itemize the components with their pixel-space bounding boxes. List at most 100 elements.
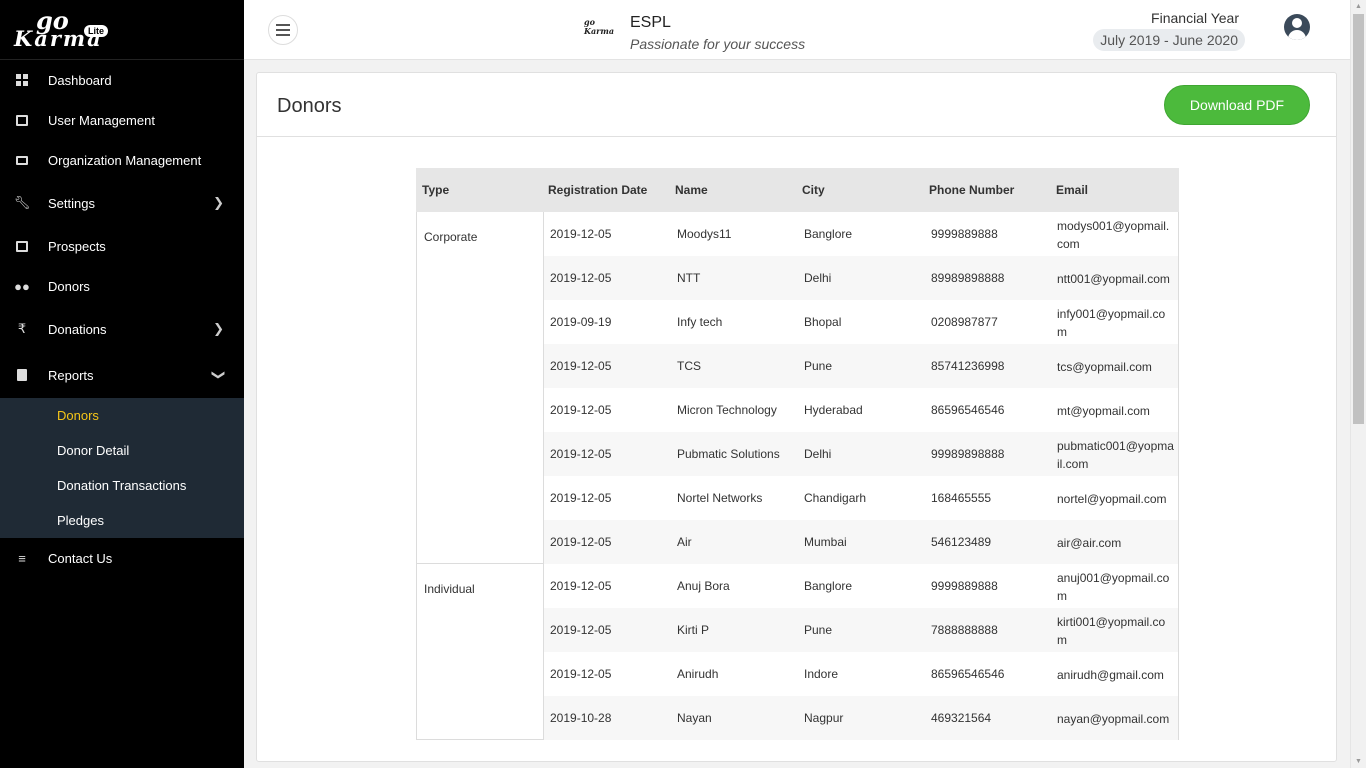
table-row[interactable]: 2019-12-05 Anirudh Indore 86596546546 anirud… <box>544 652 1178 696</box>
gokarma-logo[interactable]: go Karma Lite <box>0 0 244 60</box>
page-scrollbar[interactable]: ▲ ▼ <box>1350 0 1366 768</box>
chevron-right-icon: ❯ <box>213 195 224 210</box>
logo-lite-badge: Lite <box>84 25 109 37</box>
table-group: Individual 2019-12-05 Anuj Bora Banglore 999… <box>416 564 1179 740</box>
wrench-icon: 🔧︎ <box>13 195 31 210</box>
cell-city: Bhopal <box>804 315 842 329</box>
column-header-name[interactable]: Name <box>675 183 708 197</box>
sidebar-item-organization-management[interactable]: Organization Management <box>0 140 244 180</box>
sidebar-item-prospects[interactable]: Prospects <box>0 226 244 266</box>
table-group: Corporate 2019-12-05 Moodys11 Banglore 99998… <box>416 212 1179 564</box>
sidebar-item-reports[interactable]: Reports ❯ <box>0 355 244 395</box>
submenu-item-donors[interactable]: Donors <box>57 408 99 423</box>
table-row[interactable]: 2019-10-28 Nayan Nagpur 469321564 nayan@yopm… <box>544 696 1178 740</box>
table-row[interactable]: 2019-12-05 TCS Pune 85741236998 tcs@yopmail.… <box>544 344 1178 388</box>
table-row[interactable]: 2019-09-19 Infy tech Bhopal 0208987877 infy0… <box>544 300 1178 344</box>
table-body: Corporate 2019-12-05 Moodys11 Banglore 99998… <box>416 212 1179 740</box>
cell-registration-date: 2019-12-05 <box>550 227 612 241</box>
cell-phone: 86596546546 <box>931 403 1005 417</box>
cell-email: pubmatic001@yopmail.com <box>1057 439 1174 471</box>
cell-city: Delhi <box>804 447 832 461</box>
sidebar-item-label: Reports <box>48 367 94 383</box>
menu-icon <box>276 24 290 26</box>
cell-phone: 7888888888 <box>931 623 998 637</box>
cell-registration-date: 2019-12-05 <box>550 623 612 637</box>
column-header-city[interactable]: City <box>802 183 825 197</box>
column-header-phone[interactable]: Phone Number <box>929 183 1014 197</box>
sidebar-item-donors[interactable]: ●● Donors <box>0 266 244 306</box>
cell-phone: 86596546546 <box>931 667 1005 681</box>
cell-email: anuj001@yopmail.com <box>1057 571 1170 603</box>
sidebar-item-user-management[interactable]: User Management <box>0 100 244 140</box>
cell-registration-date: 2019-12-05 <box>550 667 612 681</box>
cell-email: anirudh@gmail.com <box>1057 668 1164 682</box>
column-header-email[interactable]: Email <box>1056 183 1088 197</box>
cell-registration-date: 2019-12-05 <box>550 535 612 549</box>
user-card-icon <box>15 113 29 127</box>
table-row[interactable]: 2019-12-05 Micron Technology Hyderabad 8659… <box>544 388 1178 432</box>
financial-year-label: Financial Year <box>1151 10 1239 26</box>
submenu-item-pledges[interactable]: Pledges <box>57 513 104 528</box>
cell-email: modys001@yopmail.com <box>1057 219 1170 251</box>
cell-city: Pune <box>804 359 833 373</box>
prospects-icon <box>15 239 29 253</box>
column-header-type[interactable]: Type <box>422 183 449 197</box>
cell-phone: 85741236998 <box>931 359 1005 373</box>
sidebar-item-label: Donations <box>48 321 107 337</box>
sidebar-item-contact-us[interactable]: ≡ Contact Us <box>0 538 244 578</box>
cell-email: mt@yopmail.com <box>1057 404 1150 418</box>
book-icon <box>15 368 29 382</box>
reports-submenu: Donors Donor Detail Donation Transaction… <box>0 398 244 538</box>
cell-registration-date: 2019-09-19 <box>550 315 612 329</box>
top-header: go Karma ESPL Passionate for your succes… <box>244 0 1350 60</box>
scrollbar-thumb[interactable] <box>1353 14 1364 424</box>
cell-registration-date: 2019-12-05 <box>550 271 612 285</box>
cell-phone: 168465555 <box>931 491 992 505</box>
cell-name: Pubmatic Solutions <box>677 447 780 461</box>
cell-registration-date: 2019-12-05 <box>550 491 612 505</box>
column-header-registration-date[interactable]: Registration Date <box>548 183 647 197</box>
chevron-right-icon: ❯ <box>213 321 224 336</box>
people-icon: ●● <box>14 278 30 294</box>
hamburger-menu-button[interactable] <box>268 15 298 45</box>
cell-name: NTT <box>677 271 701 285</box>
cell-city: Indore <box>804 667 839 681</box>
table-row[interactable]: 2019-12-05 Kirti P Pune 7888888888 kirti001@… <box>544 608 1178 652</box>
cell-email: air@air.com <box>1057 536 1122 550</box>
scroll-up-icon[interactable]: ▲ <box>1355 3 1362 10</box>
donors-report-card: Donors Download PDF Type Registration Da… <box>256 72 1337 762</box>
user-icon <box>1292 18 1302 28</box>
download-pdf-button[interactable]: Download PDF <box>1164 85 1310 125</box>
cell-name: Air <box>677 535 692 549</box>
table-row[interactable]: 2019-12-05 Moodys11 Banglore 9999889888 mody… <box>544 212 1178 256</box>
sidebar-item-donations[interactable]: ₹ Donations ❯ <box>0 309 244 349</box>
rupee-icon: ₹ <box>17 321 27 336</box>
cell-name: Infy tech <box>677 315 723 329</box>
financial-year-selector[interactable]: July 2019 - June 2020 <box>1093 29 1245 51</box>
sidebar-item-dashboard[interactable]: Dashboard <box>0 60 244 100</box>
table-row[interactable]: 2019-12-05 Nortel Networks Chandigarh 16846… <box>544 476 1178 520</box>
submenu-item-donor-detail[interactable]: Donor Detail <box>57 443 129 458</box>
cell-email: infy001@yopmail.com <box>1057 307 1166 339</box>
cell-registration-date: 2019-12-05 <box>550 403 612 417</box>
dashboard-icon <box>15 73 29 87</box>
table-row[interactable]: 2019-12-05 Pubmatic Solutions Delhi 9998989… <box>544 432 1178 476</box>
cell-registration-date: 2019-12-05 <box>550 447 612 461</box>
org-logo: go Karma <box>584 18 616 38</box>
cell-email: ntt001@yopmail.com <box>1057 272 1170 286</box>
table-row[interactable]: 2019-12-05 Air Mumbai 546123489 air@air.com <box>544 520 1178 564</box>
submenu-item-donation-transactions[interactable]: Donation Transactions <box>57 478 186 493</box>
org-tagline: Passionate for your success <box>630 36 806 52</box>
user-avatar[interactable] <box>1284 14 1310 40</box>
cell-phone: 9999889888 <box>931 579 998 593</box>
cell-phone: 89989898888 <box>931 271 1005 285</box>
org-logo-karma: Karma <box>584 26 614 36</box>
list-icon: ≡ <box>18 550 26 566</box>
scroll-down-icon[interactable]: ▼ <box>1355 758 1362 765</box>
cell-email: kirti001@yopmail.com <box>1057 615 1166 647</box>
sidebar-item-settings[interactable]: 🔧︎ Settings ❯ <box>0 183 244 223</box>
table-row[interactable]: 2019-12-05 NTT Delhi 89989898888 ntt001@yopm… <box>544 256 1178 300</box>
table-row[interactable]: 2019-12-05 Anuj Bora Banglore 9999889888 anu… <box>544 564 1178 608</box>
cell-name: Micron Technology <box>677 403 777 417</box>
cell-city: Pune <box>804 623 833 637</box>
